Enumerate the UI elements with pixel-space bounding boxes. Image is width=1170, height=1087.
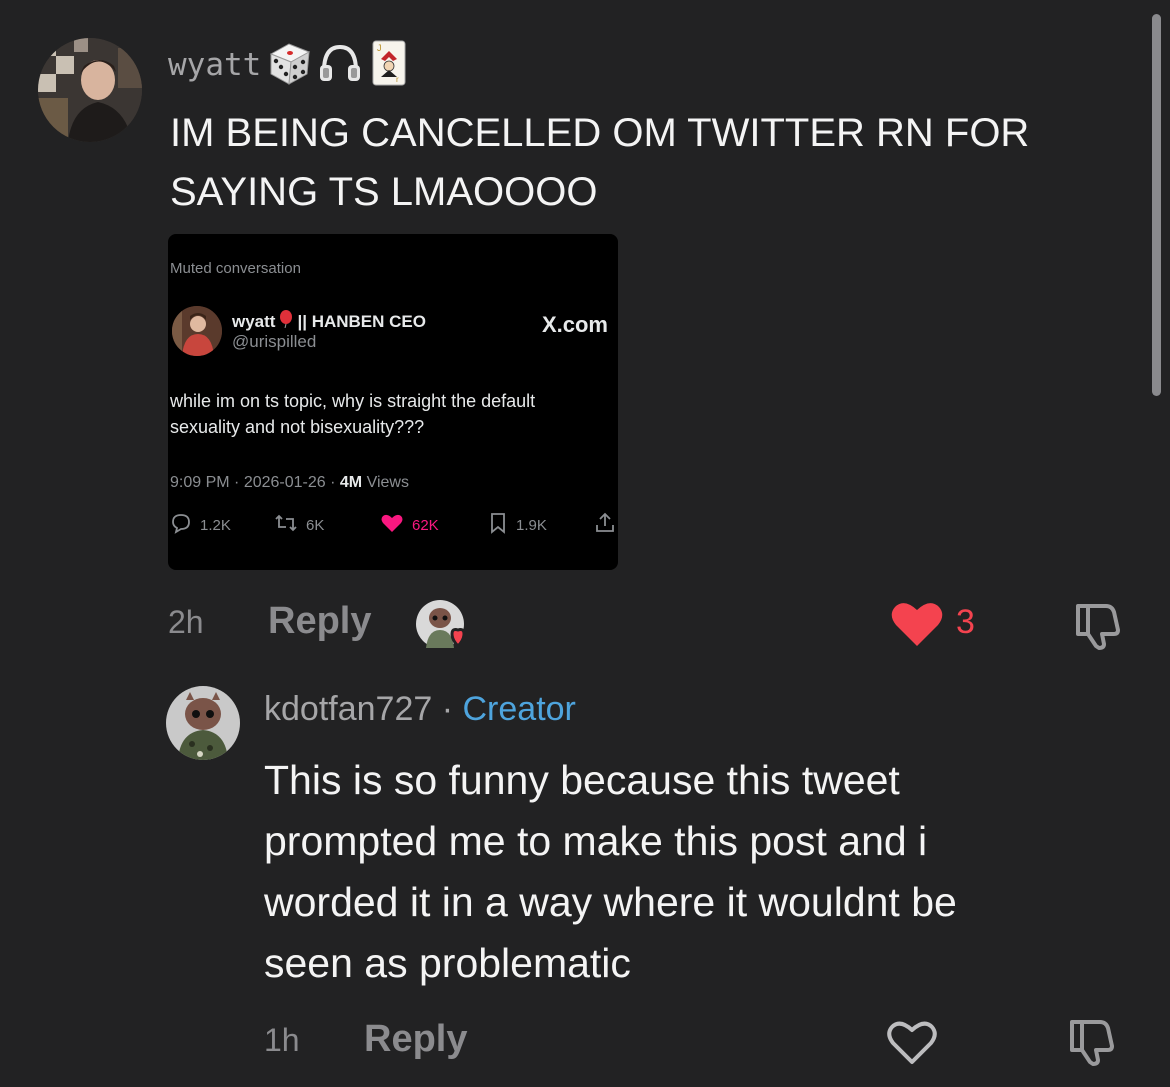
like-outline-icon[interactable] xyxy=(886,1018,938,1071)
reply-bubble-icon xyxy=(170,512,192,538)
tweet-time: 9:09 PM xyxy=(170,474,230,491)
reply-to-reply-button[interactable]: Reply xyxy=(364,1018,467,1061)
tweet-like-stat: 62K xyxy=(380,512,439,538)
reply-text-line: seen as problematic xyxy=(264,940,631,986)
x-logo: X.com xyxy=(541,312,608,337)
tweet-bookmark-count: 1.9K xyxy=(516,516,547,534)
tweet-author-name-row: wyatt || HANBEN CEO xyxy=(232,310,426,333)
tweet-date: 2026-01-26 xyxy=(243,474,326,491)
reply-author-row: kdotfan727 · Creator xyxy=(264,690,576,729)
reply-text-line: This is so funny because this tweet xyxy=(264,757,900,803)
reply-button[interactable]: Reply xyxy=(268,600,371,643)
comment-author-row: wyatt J r xyxy=(168,40,409,90)
bookmark-icon xyxy=(488,512,508,538)
creator-liked-avatar xyxy=(416,600,466,650)
like-heart-icon[interactable] xyxy=(890,598,944,653)
tweet-reply-stat: 1.2K xyxy=(170,512,231,538)
tweet-author-handle: @urispilled xyxy=(232,332,317,351)
tweet-share-stat xyxy=(594,512,616,538)
tweet-author-name: wyatt xyxy=(232,311,276,331)
commenter-avatar[interactable] xyxy=(38,38,142,142)
reply-username[interactable]: kdotfan727 xyxy=(264,690,432,728)
separator-dot: · xyxy=(441,690,454,728)
muted-conversation-label: Muted conversation xyxy=(170,260,301,277)
svg-text:J: J xyxy=(377,43,382,53)
balloon-icon xyxy=(279,310,293,333)
comment-text-line: IM BEING CANCELLED OM TWITTER RN FOR xyxy=(170,111,1030,155)
reply-timestamp: 1h xyxy=(264,1022,300,1058)
comment-text-line: SAYING TS LMAOOOO xyxy=(170,170,598,214)
tweet-like-count: 62K xyxy=(412,516,439,534)
comment-timestamp: 2h xyxy=(168,604,204,640)
reply-text: This is so funny because this tweet prom… xyxy=(264,750,1144,994)
tweet-bookmark-stat: 1.9K xyxy=(488,512,547,538)
username[interactable]: wyatt xyxy=(168,47,261,83)
dislike-icon[interactable] xyxy=(1072,600,1124,657)
scrollbar[interactable] xyxy=(1152,14,1161,396)
reply-text-line: prompted me to make this post and i xyxy=(264,818,928,864)
svg-text:r: r xyxy=(396,75,399,84)
comment-text: IM BEING CANCELLED OM TWITTER RN FOR SAY… xyxy=(170,104,1130,222)
joker-card-icon: J r xyxy=(367,39,409,92)
reply-text-line: worded it in a way where it wouldnt be xyxy=(264,879,957,925)
tweet-reply-count: 1.2K xyxy=(200,516,231,534)
reply-dislike-icon[interactable] xyxy=(1066,1016,1118,1073)
headphones-icon xyxy=(317,41,363,90)
like-count: 3 xyxy=(956,603,975,641)
tweet-author-avatar xyxy=(172,306,222,356)
tweet-body: while im on ts topic, why is straight th… xyxy=(170,391,536,437)
tweet-repost-count: 6K xyxy=(306,516,325,534)
reply-author-avatar[interactable] xyxy=(166,686,240,760)
share-icon xyxy=(594,512,616,538)
dice-icon xyxy=(265,40,313,91)
tweet-views-label: Views xyxy=(366,474,409,491)
tweet-repost-stat: 6K xyxy=(274,512,324,538)
tweet-screenshot[interactable]: Muted conversation wyatt || HANBEN CEO @… xyxy=(168,234,618,570)
creator-badge: Creator xyxy=(462,690,576,728)
tweet-meta: 9:09 PM · 2026-01-26 · 4M Views xyxy=(170,474,409,491)
tweet-heart-icon xyxy=(380,512,404,538)
tweet-views-count: 4M xyxy=(339,474,363,491)
repost-icon xyxy=(274,512,298,538)
tweet-actions: 1.2K 6K 62K 1.9K xyxy=(170,512,616,536)
tweet-author-suffix: || HANBEN CEO xyxy=(297,311,426,331)
